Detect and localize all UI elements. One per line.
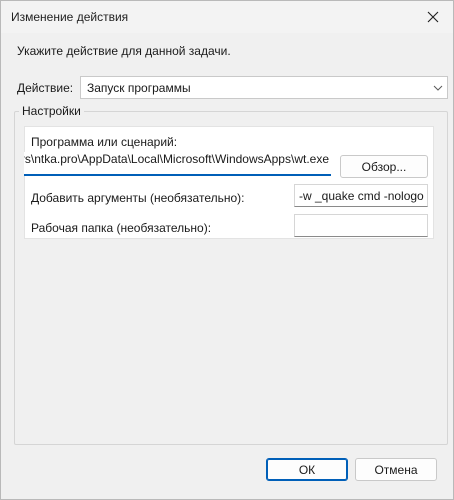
cancel-button[interactable]: Отмена	[355, 458, 437, 481]
browse-button[interactable]: Обзор...	[340, 155, 428, 178]
chevron-down-icon	[433, 85, 443, 91]
close-button[interactable]	[413, 1, 453, 33]
program-input-value: C:\Users\ntka.pro\AppData\Local\Microsof…	[24, 152, 329, 166]
workdir-label: Рабочая папка (необязательно):	[31, 221, 212, 235]
program-input[interactable]: C:\Users\ntka.pro\AppData\Local\Microsof…	[24, 152, 331, 176]
settings-legend: Настройки	[19, 104, 84, 118]
title-bar: Изменение действия	[1, 1, 453, 33]
edit-action-dialog: Изменение действия Укажите действие для …	[0, 0, 454, 500]
action-selected-value: Запуск программы	[87, 81, 191, 95]
args-input[interactable]: -w _quake cmd -nologo	[294, 184, 428, 207]
instruction-text: Укажите действие для данной задачи.	[17, 44, 231, 58]
args-label: Добавить аргументы (необязательно):	[31, 191, 245, 205]
window-title: Изменение действия	[11, 10, 129, 24]
close-icon	[427, 11, 439, 23]
ok-button[interactable]: ОК	[266, 458, 348, 481]
program-label: Программа или сценарий:	[31, 135, 178, 149]
action-label: Действие:	[17, 81, 74, 95]
workdir-input[interactable]	[294, 214, 428, 237]
action-select[interactable]: Запуск программы	[80, 76, 448, 99]
